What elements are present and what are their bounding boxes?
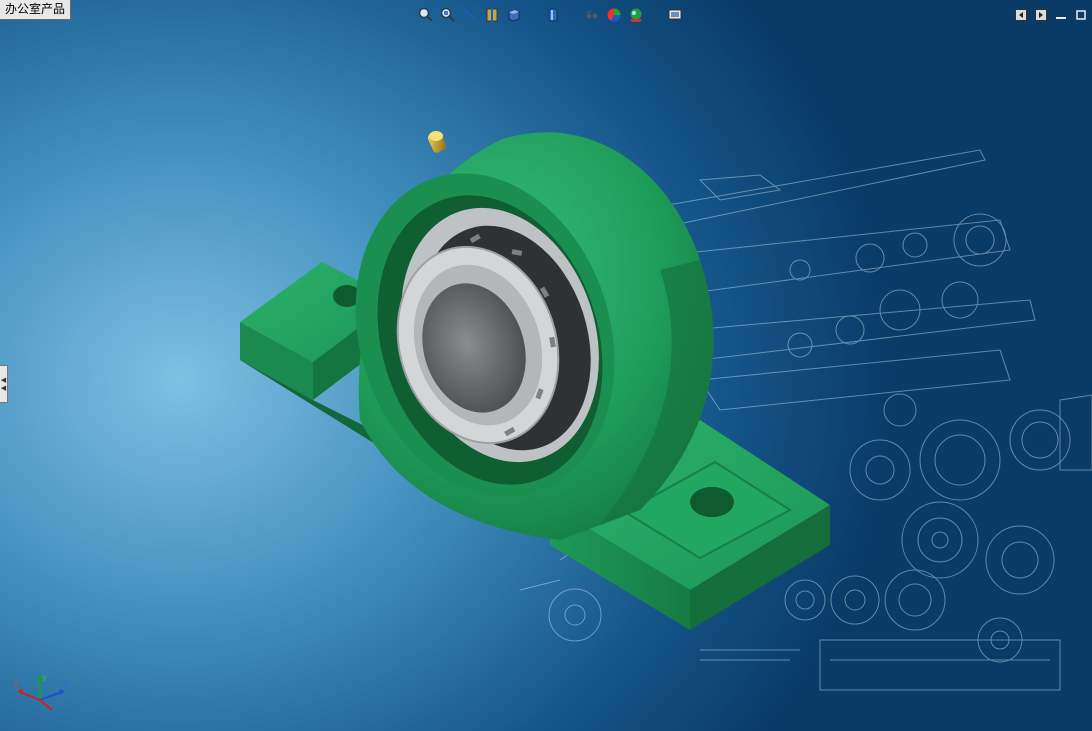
restore-icon[interactable] [1074, 8, 1088, 22]
chevron-left-icon: ◀ [0, 376, 7, 384]
graphics-viewport[interactable]: 办公室产品 ◀ ◀ x y z [0, 0, 1092, 731]
edit-appearance-icon[interactable] [604, 6, 623, 25]
display-style-icon[interactable] [543, 6, 562, 25]
feature-manager-collapse-handle[interactable]: ◀ ◀ [0, 365, 8, 403]
heads-up-view-toolbar [416, 5, 684, 25]
minimize-icon[interactable] [1054, 8, 1068, 22]
section-view-icon[interactable] [482, 6, 501, 25]
hide-show-items-icon[interactable] [582, 6, 601, 25]
window-controls [1014, 8, 1088, 22]
chevron-left-icon: ◀ [0, 384, 7, 392]
view-settings-icon[interactable] [665, 6, 684, 25]
previous-view-icon[interactable] [460, 6, 479, 25]
view-orientation-icon[interactable] [504, 6, 523, 25]
triad-z-label: z [64, 679, 68, 688]
zoom-to-area-icon[interactable] [438, 6, 457, 25]
document-tab-label[interactable]: 办公室产品 [0, 0, 72, 20]
next-pane-icon[interactable] [1034, 8, 1048, 22]
previous-pane-icon[interactable] [1014, 8, 1028, 22]
triad-z-axis [39, 691, 63, 701]
reference-triad: x y z [14, 673, 68, 711]
triad-y-label: y [42, 673, 47, 682]
triad-x-label: x [14, 679, 19, 688]
bearing-model[interactable] [0, 0, 1092, 731]
triad-x-axis [19, 691, 41, 701]
apply-scene-icon[interactable] [626, 6, 645, 25]
zoom-to-fit-icon[interactable] [416, 6, 435, 25]
